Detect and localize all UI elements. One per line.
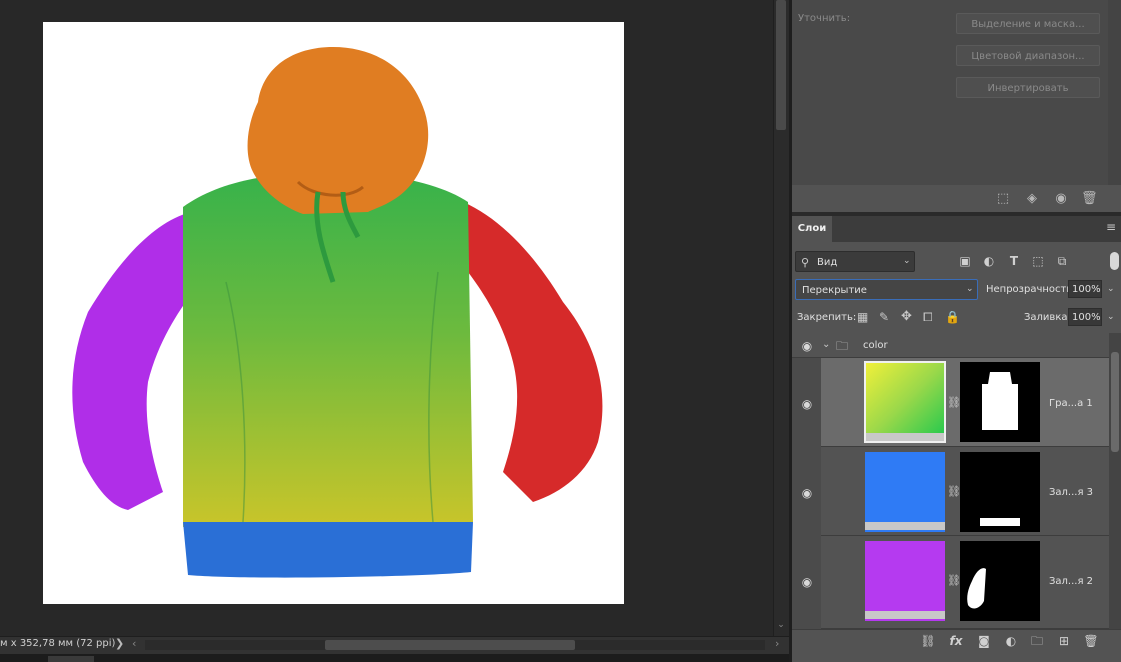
shape-filter-icon[interactable]: ⬚ [1030, 253, 1046, 269]
invert-button[interactable]: Инвертировать [956, 77, 1100, 98]
gradient-bar [866, 433, 944, 441]
folder-icon: 🗀 [836, 339, 849, 353]
layer-name: Гра...а 1 [1049, 398, 1093, 409]
vertical-scroll-thumb[interactable] [776, 0, 786, 130]
visibility-eye-icon[interactable]: ◉ [798, 487, 816, 499]
color-range-button[interactable]: Цветовой диапазон... [956, 45, 1100, 66]
mask-shape [967, 568, 986, 609]
type-filter-icon[interactable]: T [1006, 253, 1022, 269]
fill-value: 100% [1072, 312, 1101, 323]
layers-tabbar [792, 216, 1121, 242]
visibility-eye-icon[interactable]: ◉ [798, 398, 816, 410]
lock-brush-icon[interactable]: ✎ [879, 310, 889, 324]
visibility-eye-icon[interactable]: ◉ [1053, 191, 1069, 207]
layer-filter-label: Вид [817, 257, 838, 268]
visibility-eye-icon[interactable]: ◉ [798, 576, 816, 588]
fill-bar [865, 522, 945, 530]
select-and-mask-button[interactable]: Выделение и маска... [956, 13, 1100, 34]
adjustment-layer-icon[interactable]: ◐ [1003, 633, 1019, 649]
fill-label: Заливка: [1024, 312, 1071, 323]
visibility-eye-icon[interactable]: ◉ [798, 340, 816, 352]
layers-scroll-thumb[interactable] [1111, 352, 1119, 452]
horizontal-scroll-thumb[interactable] [325, 640, 575, 650]
lock-position-icon[interactable]: ✥ [901, 309, 912, 324]
group-collapse-chevron-icon[interactable]: ⌄ [822, 339, 830, 350]
document-canvas[interactable] [43, 22, 624, 604]
opacity-label: Непрозрачность: [986, 284, 1076, 295]
link-chain-icon[interactable]: ⛓ [947, 574, 961, 587]
link-chain-icon[interactable]: ⛓ [947, 396, 961, 409]
hood [247, 47, 429, 214]
chevron-down-icon: ⌄ [966, 284, 974, 294]
pixel-filter-icon[interactable]: ▣ [957, 253, 973, 269]
right-sleeve [463, 202, 603, 502]
new-layer-icon[interactable]: ⊞ [1056, 633, 1072, 649]
blend-mode-value: Перекрытие [802, 285, 867, 296]
chevron-down-icon[interactable]: ⌄ [1107, 284, 1115, 294]
lock-transparency-icon[interactable]: ▦ [857, 310, 868, 324]
link-chain-icon[interactable]: ⛓ [947, 485, 961, 498]
layer-mask-thumbnail[interactable] [960, 541, 1040, 621]
layer-mask-thumbnail[interactable] [960, 362, 1040, 442]
tab-layers[interactable]: Слои [792, 216, 832, 242]
group-name: color [863, 340, 888, 351]
hoodie-hem [183, 522, 473, 578]
status-menu-arrow-icon[interactable]: ❯ [115, 637, 124, 650]
link-layers-icon[interactable]: ⛓ [920, 633, 936, 649]
properties-footer [792, 186, 1121, 212]
document-info: м x 352,78 мм (72 ppi) [0, 638, 116, 649]
lock-all-icon[interactable]: 🔒 [945, 310, 960, 324]
delete-trash-icon[interactable]: 🗑 [1081, 191, 1098, 207]
apply-mask-icon[interactable]: ◈ [1024, 191, 1040, 207]
adjustment-filter-icon[interactable]: ◐ [981, 253, 997, 269]
smart-object-filter-icon[interactable]: ⧉ [1054, 253, 1070, 269]
fill-bar [865, 611, 945, 619]
delete-layer-trash-icon[interactable]: 🗑 [1083, 633, 1099, 649]
filter-toggle[interactable] [1110, 252, 1119, 270]
selection-icon[interactable]: ⬚ [995, 191, 1011, 207]
layer-name: Зал...я 2 [1049, 576, 1094, 587]
lock-artboard-icon[interactable]: ⧠ [923, 310, 933, 325]
layer-name: Зал...я 3 [1049, 487, 1094, 498]
layer-thumbnail-gradient[interactable] [864, 361, 946, 443]
mask-shape [980, 518, 1020, 526]
refine-label: Уточнить: [798, 13, 851, 24]
layer-mask-thumbnail[interactable] [960, 452, 1040, 532]
properties-scrollbar[interactable] [1108, 0, 1121, 185]
new-group-folder-icon[interactable]: 🗀 [1029, 633, 1045, 649]
add-mask-icon[interactable]: ◙ [976, 633, 992, 649]
scroll-down-arrow-icon[interactable]: ⌄ [776, 620, 786, 632]
scroll-right-arrow-icon[interactable]: › [775, 637, 779, 650]
chevron-down-icon: ⌄ [903, 256, 911, 266]
mask-shape [982, 372, 1018, 430]
left-sleeve [72, 212, 193, 510]
layer-thumbnail-blue[interactable] [865, 452, 945, 532]
layer-thumbnail-purple[interactable] [865, 541, 945, 621]
opacity-value: 100% [1072, 284, 1101, 295]
lock-label: Закрепить: [797, 312, 857, 323]
panel-menu-icon[interactable]: ≡ [1106, 220, 1116, 234]
hoodie-image [72, 47, 603, 578]
layer-filter-select[interactable] [795, 251, 915, 272]
search-icon: ⚲ [801, 256, 810, 269]
scroll-left-arrow-icon[interactable]: ‹ [132, 637, 136, 650]
fx-icon[interactable]: fx [948, 633, 964, 649]
bottom-tab[interactable] [48, 656, 94, 662]
chevron-down-icon[interactable]: ⌄ [1107, 312, 1115, 322]
